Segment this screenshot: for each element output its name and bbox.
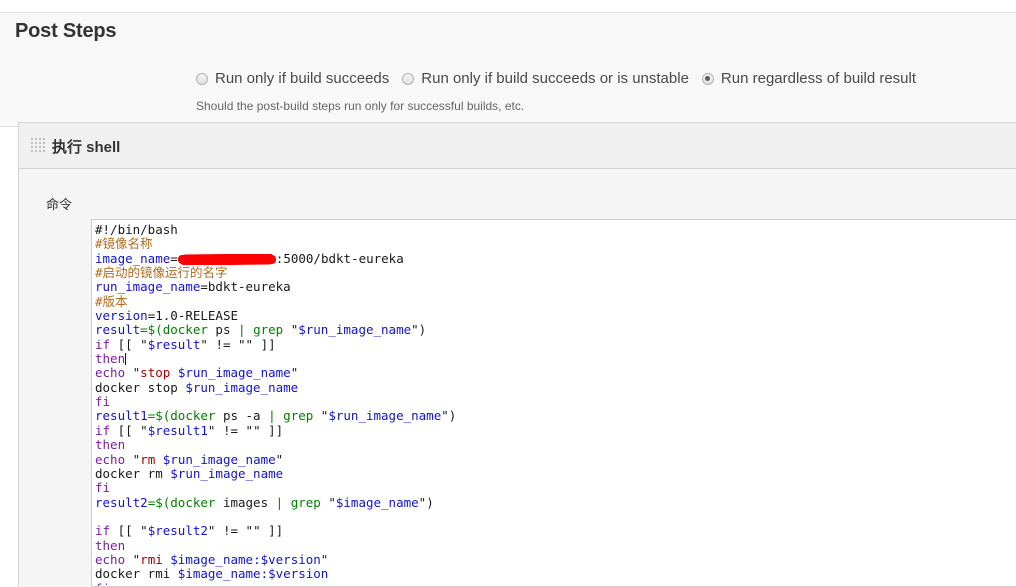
text-caret <box>125 353 127 366</box>
radio-label: Run only if build succeeds or is unstabl… <box>421 70 689 87</box>
radio-indicator[interactable] <box>402 72 415 85</box>
radio-option-run-if-succeeds[interactable]: Run only if build succeeds <box>196 71 389 86</box>
radio-option-run-if-succeeds-or-unstable[interactable]: Run only if build succeeds or is unstabl… <box>402 71 689 86</box>
shell-builder-header: 执行 shell <box>19 123 1016 169</box>
post-steps-help-text: Should the post-build steps run only for… <box>196 99 525 113</box>
command-field-label: 命令 <box>46 197 73 212</box>
page-title: Post Steps <box>15 20 117 42</box>
command-textarea[interactable]: #!/bin/bash #镜像名称 image_name=:5000/bdkt-eu… <box>91 219 1016 587</box>
drag-grip-icon[interactable] <box>31 138 46 154</box>
radio-label: Run regardless of build result <box>720 70 917 87</box>
shell-builder-title: 执行 shell <box>52 139 121 156</box>
redaction-bar <box>177 254 276 265</box>
top-divider-strip <box>0 0 1016 13</box>
radio-option-run-regardless[interactable]: Run regardless of build result <box>701 70 917 87</box>
shell-builder-body: 命令 #!/bin/bash #镜像名称 image_name=:5000/bdkt… <box>19 169 1016 587</box>
radio-indicator-selected[interactable] <box>701 72 714 85</box>
radio-indicator[interactable] <box>196 72 208 85</box>
shell-builder-panel: 执行 shell 命令 #!/bin/bash #镜像名称 image_name=:… <box>18 122 1016 587</box>
radio-label: Run only if build succeeds <box>215 70 390 87</box>
post-steps-page: Post Steps Run only if build succeeds Ru… <box>0 0 1016 587</box>
build-result-radio-group: Run only if build succeeds Run only if b… <box>196 71 929 86</box>
